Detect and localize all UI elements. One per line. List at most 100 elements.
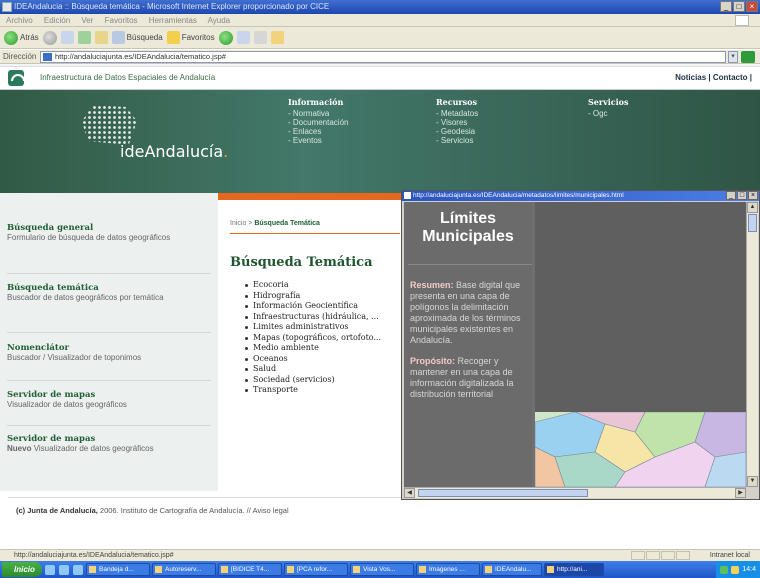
favorites-button[interactable]: Favoritos xyxy=(166,31,215,44)
nav-link[interactable]: - Servicios xyxy=(436,136,478,145)
nav-link[interactable]: - Documentación xyxy=(288,118,348,127)
popup-minimize-button[interactable]: _ xyxy=(726,191,736,200)
nav-heading[interactable]: Información xyxy=(288,98,348,107)
sidebar-divider xyxy=(7,332,211,333)
mail-icon[interactable] xyxy=(236,31,250,44)
nav-link[interactable]: - Eventos xyxy=(288,136,348,145)
history-icon[interactable] xyxy=(218,30,233,45)
topic-item[interactable]: Hidrografía xyxy=(244,291,381,302)
scroll-down-arrow-icon[interactable]: ▼ xyxy=(747,476,758,487)
topic-item[interactable]: Ecocoria xyxy=(244,280,381,291)
taskbar-item[interactable]: Imagenes ... xyxy=(416,563,480,576)
nav-link[interactable]: - Visores xyxy=(436,118,478,127)
sidebar-divider xyxy=(7,425,211,426)
footer: (c) Junta de Andalucía, 2006. Instituto … xyxy=(16,506,289,515)
top-links[interactable]: Noticias | Contacto | xyxy=(675,73,752,82)
site-logo[interactable]: ideAndalucía. xyxy=(120,142,228,161)
close-button[interactable]: × xyxy=(746,1,758,12)
topic-item[interactable]: Mapas (topográficos, ortofoto... xyxy=(244,333,381,344)
windows-logo-icon xyxy=(735,15,749,26)
topic-item[interactable]: Infraestructuras (hidráulica, ... xyxy=(244,312,381,323)
sidebar-item-busqueda-tematica[interactable]: Búsqueda temática Buscador de datos geog… xyxy=(7,283,177,303)
ide-small-logo-icon[interactable] xyxy=(8,70,25,86)
popup-controls: _ □ × xyxy=(726,191,758,200)
ie-icon xyxy=(2,2,12,12)
topic-item[interactable]: Salud xyxy=(244,364,381,375)
menu-edicion[interactable]: Edición xyxy=(44,16,70,25)
breadcrumb: Inicio > Búsqueda Temática xyxy=(230,220,320,227)
scroll-thumb[interactable] xyxy=(748,214,757,232)
window-title: IDEAndalucia :: Búsqueda temática - Micr… xyxy=(14,2,330,11)
sidebar-item-servidor-mapas-nuevo[interactable]: Servidor de mapas Nuevo Visualizador de … xyxy=(7,434,177,454)
quicklaunch-media-icon[interactable] xyxy=(73,564,83,575)
home-icon[interactable] xyxy=(94,31,108,44)
menu-herramientas[interactable]: Herramientas xyxy=(149,16,197,25)
maximize-button[interactable]: □ xyxy=(733,1,745,12)
scroll-up-arrow-icon[interactable]: ▲ xyxy=(747,202,758,213)
nav-link[interactable]: - Metadatos xyxy=(436,109,478,118)
minimize-button[interactable]: _ xyxy=(720,1,732,12)
nav-link[interactable]: - Geodesia xyxy=(436,127,478,136)
popup-vertical-scrollbar[interactable]: ▲ ▼ xyxy=(746,202,758,487)
window-title-bar: IDEAndalucia :: Búsqueda temática - Micr… xyxy=(0,0,760,14)
sidebar-item-servidor-mapas[interactable]: Servidor de mapas Visualizador de datos … xyxy=(7,390,127,410)
site-header: ideAndalucía. Información - Normativa - … xyxy=(0,90,760,193)
menu-archivo[interactable]: Archivo xyxy=(6,16,33,25)
topic-item[interactable]: Información Geocientífica xyxy=(244,301,381,312)
popup-horizontal-scrollbar[interactable]: ◀ ▶ xyxy=(404,487,746,498)
print-icon[interactable] xyxy=(253,31,267,44)
scroll-left-arrow-icon[interactable]: ◀ xyxy=(404,488,415,498)
quicklaunch-ie-icon[interactable] xyxy=(45,564,55,575)
menu-favoritos[interactable]: Favoritos xyxy=(105,16,138,25)
divider xyxy=(230,233,400,234)
network-icon[interactable] xyxy=(720,565,729,574)
topic-item[interactable]: Sociedad (servicios) xyxy=(244,375,381,386)
nav-heading[interactable]: Recursos xyxy=(436,98,478,107)
security-zone: Intranet local xyxy=(709,552,750,559)
breadcrumb-home[interactable]: Inicio xyxy=(230,220,246,227)
volume-icon[interactable] xyxy=(731,565,740,574)
taskbar-item[interactable]: [BIDICE T4... xyxy=(218,563,282,576)
search-button[interactable]: Búsqueda xyxy=(111,31,163,44)
taskbar-item[interactable]: IDEAndalu... xyxy=(482,563,542,576)
topic-item[interactable]: Limites administrativos xyxy=(244,322,381,333)
taskbar-item[interactable]: Bandeja d... xyxy=(86,563,150,576)
stop-icon[interactable] xyxy=(60,31,74,44)
topic-item[interactable]: Medio ambiente xyxy=(244,343,381,354)
popup-title-bar[interactable]: http://andaluciajunta.es/IDEAndalucia/me… xyxy=(402,191,759,201)
scroll-right-arrow-icon[interactable]: ▶ xyxy=(735,488,746,498)
address-dropdown[interactable]: ▾ xyxy=(728,51,738,63)
menu-ayuda[interactable]: Ayuda xyxy=(208,16,231,25)
menu-ver[interactable]: Ver xyxy=(81,16,93,25)
site-title[interactable]: Infraestructura de Datos Espaciales de A… xyxy=(40,73,215,82)
popup-close-button[interactable]: × xyxy=(748,191,758,200)
nav-link[interactable]: - Normativa xyxy=(288,109,348,118)
popup-maximize-button[interactable]: □ xyxy=(737,191,747,200)
nav-heading[interactable]: Servicios xyxy=(588,98,629,107)
taskbar-item[interactable]: Autoreserv... xyxy=(152,563,216,576)
sidebar-item-busqueda-general[interactable]: Búsqueda general Formulario de búsqueda … xyxy=(7,223,177,243)
nav-servicios: Servicios - Ogc xyxy=(588,98,629,119)
status-bar: http://andaluciajunta.es/IDEAndalucia/te… xyxy=(0,549,760,561)
nav-link[interactable]: - Enlaces xyxy=(288,127,348,136)
taskbar-item[interactable]: http://ani... xyxy=(544,563,604,576)
taskbar: Inicio Bandeja d... Autoreserv... [BIDIC… xyxy=(0,561,760,578)
forward-button[interactable] xyxy=(42,30,57,45)
sidebar-item-nomenclator[interactable]: Nomenclátor Buscador / Visualizador de t… xyxy=(7,343,141,363)
folder-icon[interactable] xyxy=(270,31,284,44)
start-button[interactable]: Inicio xyxy=(2,562,42,577)
address-input[interactable]: http://andaluciajunta.es/IDEAndalucia/te… xyxy=(40,51,726,63)
refresh-icon[interactable] xyxy=(77,31,91,44)
resize-grip[interactable] xyxy=(746,487,758,498)
go-button[interactable] xyxy=(741,51,755,63)
quicklaunch-desktop-icon[interactable] xyxy=(59,564,69,575)
nav-link[interactable]: - Ogc xyxy=(588,109,629,118)
scroll-thumb[interactable] xyxy=(418,489,588,497)
page-title: Búsqueda Temática xyxy=(230,255,373,270)
topic-item[interactable]: Transporte xyxy=(244,385,381,396)
taskbar-item[interactable]: [PCA refor... xyxy=(284,563,348,576)
taskbar-item[interactable]: Vista Vos... xyxy=(350,563,414,576)
popup-window: http://andaluciajunta.es/IDEAndalucia/me… xyxy=(401,190,760,500)
back-button[interactable]: Atrás xyxy=(4,30,39,45)
topic-item[interactable]: Oceanos xyxy=(244,354,381,365)
